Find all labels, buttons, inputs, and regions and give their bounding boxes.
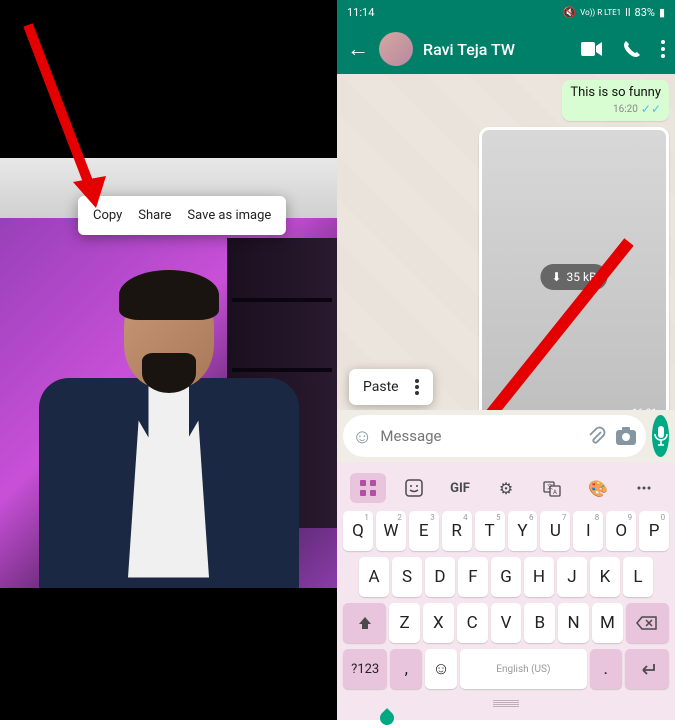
emoji-icon[interactable]: ☺ <box>352 424 372 449</box>
mute-icon: 🔇 <box>562 6 576 19</box>
kb-translate-icon[interactable]: 文A <box>534 473 570 503</box>
mic-button[interactable] <box>652 415 669 457</box>
video-call-icon[interactable] <box>581 41 603 57</box>
more-icon[interactable] <box>661 40 665 58</box>
period-key[interactable]: . <box>590 649 622 689</box>
chat-header: ← Ravi Teja TW <box>337 24 675 74</box>
key-t[interactable]: T5 <box>475 511 505 551</box>
file-size: 35 kB <box>567 270 597 284</box>
key-e[interactable]: E3 <box>409 511 439 551</box>
signal-icon: ll <box>625 6 630 19</box>
whatsapp-screen: 11:14 🔇 Vo)) R LTE1 ll 83% ▮ ← Ravi Teja… <box>337 0 675 720</box>
camera-icon[interactable] <box>615 426 637 446</box>
keyboard-row-4: ?123 , ☺ English (US) . <box>341 649 671 689</box>
space-key[interactable]: English (US) <box>460 649 587 689</box>
kb-sticker-icon[interactable] <box>396 473 432 503</box>
key-k[interactable]: K <box>590 557 620 597</box>
key-x[interactable]: X <box>423 603 454 643</box>
kb-grid-icon[interactable] <box>350 473 386 503</box>
comma-key[interactable]: , <box>390 649 422 689</box>
shift-key[interactable] <box>343 603 386 643</box>
kb-more-icon[interactable] <box>626 473 662 503</box>
key-f[interactable]: F <box>458 557 488 597</box>
voice-call-icon[interactable] <box>623 40 641 58</box>
copy-option[interactable]: Copy <box>93 208 122 223</box>
chat-area: This is so funny 16:20 ✓✓ ⬇ 35 kB 16:21 … <box>337 74 675 410</box>
more-options-icon[interactable] <box>415 379 419 395</box>
keyboard-toolbar: GIF ⚙ 文A 🎨 <box>341 467 671 511</box>
network-label: Vo)) R LTE1 <box>580 8 621 17</box>
message-text: This is so funny <box>570 85 661 100</box>
key-b[interactable]: B <box>524 603 555 643</box>
key-m[interactable]: M <box>592 603 623 643</box>
emoji-key[interactable]: ☺ <box>425 649 457 689</box>
kb-gif-button[interactable]: GIF <box>442 473 478 503</box>
key-w[interactable]: W2 <box>376 511 406 551</box>
key-z[interactable]: Z <box>389 603 420 643</box>
key-p[interactable]: P0 <box>639 511 669 551</box>
key-s[interactable]: S <box>392 557 422 597</box>
download-icon: ⬇ <box>551 270 561 284</box>
message-input-box: ☺ <box>343 415 646 457</box>
left-screenshot: Copy Share Save as image <box>0 0 337 720</box>
keyboard-row-2: ASDFGHJKL <box>341 557 671 597</box>
download-badge[interactable]: ⬇ 35 kB <box>540 264 607 290</box>
backspace-key[interactable] <box>626 603 669 643</box>
kb-palette-icon[interactable]: 🎨 <box>580 473 616 503</box>
attach-icon[interactable] <box>587 426 607 446</box>
message-input[interactable] <box>380 427 579 445</box>
message-time: 16:20 <box>613 104 638 115</box>
message-input-bar: ☺ <box>337 410 675 462</box>
keyboard: GIF ⚙ 文A 🎨 Q1W2E3R4T5Y6U7I8O9P0 ASDFGHJK… <box>337 462 675 720</box>
read-ticks-icon: ✓✓ <box>641 102 661 116</box>
avatar[interactable] <box>379 32 413 66</box>
keyboard-handle-icon[interactable] <box>493 700 519 712</box>
key-i[interactable]: I8 <box>573 511 603 551</box>
back-icon[interactable]: ← <box>347 36 369 62</box>
status-bar: 11:14 🔇 Vo)) R LTE1 ll 83% ▮ <box>337 0 675 24</box>
key-g[interactable]: G <box>491 557 521 597</box>
key-y[interactable]: Y6 <box>508 511 538 551</box>
share-option[interactable]: Share <box>138 208 171 223</box>
keyboard-row-3: ZXCVBNM <box>341 603 671 643</box>
outgoing-image-message[interactable]: ⬇ 35 kB 16:21 <box>479 127 669 410</box>
save-as-image-option[interactable]: Save as image <box>187 208 271 223</box>
kb-settings-icon[interactable]: ⚙ <box>488 473 524 503</box>
key-n[interactable]: N <box>558 603 589 643</box>
key-v[interactable]: V <box>491 603 522 643</box>
enter-key[interactable] <box>625 649 669 689</box>
image-context-menu: Copy Share Save as image <box>78 196 286 235</box>
outgoing-text-message[interactable]: This is so funny 16:20 ✓✓ <box>562 80 669 121</box>
key-c[interactable]: C <box>457 603 488 643</box>
numbers-key[interactable]: ?123 <box>343 649 387 689</box>
key-l[interactable]: L <box>623 557 653 597</box>
paste-option[interactable]: Paste <box>363 379 399 395</box>
keyboard-row-1: Q1W2E3R4T5Y6U7I8O9P0 <box>341 511 671 551</box>
battery-icon: ▮ <box>659 6 665 19</box>
key-a[interactable]: A <box>359 557 389 597</box>
key-j[interactable]: J <box>557 557 587 597</box>
contact-name[interactable]: Ravi Teja TW <box>423 40 571 59</box>
key-u[interactable]: U7 <box>540 511 570 551</box>
svg-text:A: A <box>553 489 557 496</box>
key-h[interactable]: H <box>524 557 554 597</box>
key-r[interactable]: R4 <box>442 511 472 551</box>
key-o[interactable]: O9 <box>606 511 636 551</box>
image-time: 16:21 <box>632 408 657 410</box>
key-q[interactable]: Q1 <box>343 511 373 551</box>
battery-label: 83% <box>635 6 655 19</box>
paste-context-menu: Paste <box>349 369 433 405</box>
key-d[interactable]: D <box>425 557 455 597</box>
status-time: 11:14 <box>347 6 374 19</box>
